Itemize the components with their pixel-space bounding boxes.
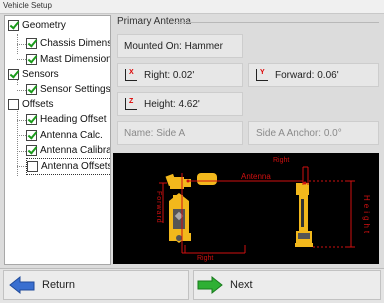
tree-connector (17, 120, 26, 121)
tree-item-label: Antenna Calc. (40, 130, 103, 141)
antenna-name-value: Name: Side A (124, 127, 186, 139)
forward-offset-value: Forward: 0.06' (275, 69, 339, 81)
right-offset-value: Right: 0.02' (144, 69, 195, 81)
machine-side-view (295, 183, 313, 247)
machine-diagram-svg: Antenna Right Right Forward Height (155, 157, 371, 262)
return-label: Return (42, 279, 76, 291)
tree-connector (17, 59, 26, 60)
tree-item-geometry[interactable]: Geometry (8, 18, 66, 33)
antenna-name-field: Name: Side A (117, 121, 243, 145)
antenna-marker (303, 181, 307, 185)
tree-item-label: Mast Dimensions (40, 54, 111, 65)
tree-item-label: Heading Offset (40, 114, 107, 125)
checkbox[interactable] (26, 84, 37, 95)
tree-item-antenna-calibration[interactable]: Antenna Calibration (26, 143, 110, 158)
checkbox[interactable] (27, 161, 38, 172)
tree-item-label: Sensors (22, 69, 59, 80)
checkbox[interactable] (26, 54, 37, 65)
antenna-diagram: Antenna Right Right Forward Height (113, 153, 379, 264)
tree-item-label: Antenna Calibration (40, 145, 110, 156)
tree-connector (17, 90, 26, 91)
tree-item-label: Offsets (22, 99, 54, 110)
tree-item-antenna-calc[interactable]: Antenna Calc. (26, 128, 103, 143)
forward-offset-button[interactable]: Y Forward: 0.06' (248, 63, 379, 87)
title-divider (0, 13, 384, 14)
right-label-top: Right (273, 157, 289, 164)
tree-connector (17, 44, 26, 45)
next-label: Next (230, 279, 253, 291)
y-axis-icon: Y (255, 68, 269, 82)
anchor-field: Side A Anchor: 0.0° (248, 121, 379, 145)
checkbox[interactable] (26, 38, 37, 49)
tree-item-sensor-settings[interactable]: Sensor Settings (26, 82, 111, 97)
tree-connector (17, 151, 26, 152)
arrow-right-icon (197, 275, 223, 295)
anchor-value: Side A Anchor: 0.0° (256, 127, 342, 139)
tree-item-sensors[interactable]: Sensors (8, 67, 59, 82)
tree-item-offsets[interactable]: Offsets (8, 97, 54, 112)
section-divider (171, 22, 379, 23)
checkbox[interactable] (8, 69, 19, 80)
checkbox[interactable] (8, 99, 19, 110)
x-axis-icon: X (124, 68, 138, 82)
tree-item-label: Antenna Offsets (41, 161, 111, 172)
antenna-label: Antenna (241, 172, 271, 181)
mounted-on-button[interactable]: Mounted On: Hammer (117, 34, 243, 58)
arrow-left-icon (9, 275, 35, 295)
z-axis-icon: Z (124, 97, 138, 111)
checkbox[interactable] (26, 114, 37, 125)
height-label: Height (362, 195, 371, 236)
tree-connector (17, 166, 26, 167)
right-label-bottom: Right (197, 255, 213, 262)
tree-item-heading-offset[interactable]: Heading Offset (26, 112, 107, 127)
settings-tree[interactable]: Geometry Chassis Dimensions Mast Dimensi… (4, 15, 111, 265)
tree-connector (17, 135, 26, 136)
return-button[interactable]: Return (3, 270, 189, 300)
forward-label: Forward (155, 191, 162, 224)
next-button[interactable]: Next (193, 270, 381, 300)
mounted-on-label: Mounted On: Hammer (124, 40, 223, 52)
title-bar: Vehicle Setup (0, 0, 384, 13)
checkbox[interactable] (8, 20, 19, 31)
machine-top-view (165, 173, 217, 243)
tree-item-chassis-dimensions[interactable]: Chassis Dimensions (26, 36, 110, 51)
height-offset-button[interactable]: Z Height: 4.62' (117, 92, 243, 116)
checkbox[interactable] (26, 145, 37, 156)
tree-item-label: Chassis Dimensions (40, 38, 110, 49)
antenna-marker (186, 179, 190, 183)
height-offset-value: Height: 4.62' (144, 98, 200, 110)
right-offset-button[interactable]: X Right: 0.02' (117, 63, 243, 87)
tree-item-label: Sensor Settings (40, 84, 111, 95)
tree-item-antenna-offsets[interactable]: Antenna Offsets (26, 158, 111, 175)
checkbox[interactable] (26, 130, 37, 141)
window-title: Vehicle Setup (3, 1, 52, 10)
tree-item-label: Geometry (22, 20, 66, 31)
tree-item-mast-dimensions[interactable]: Mast Dimensions (26, 52, 111, 67)
